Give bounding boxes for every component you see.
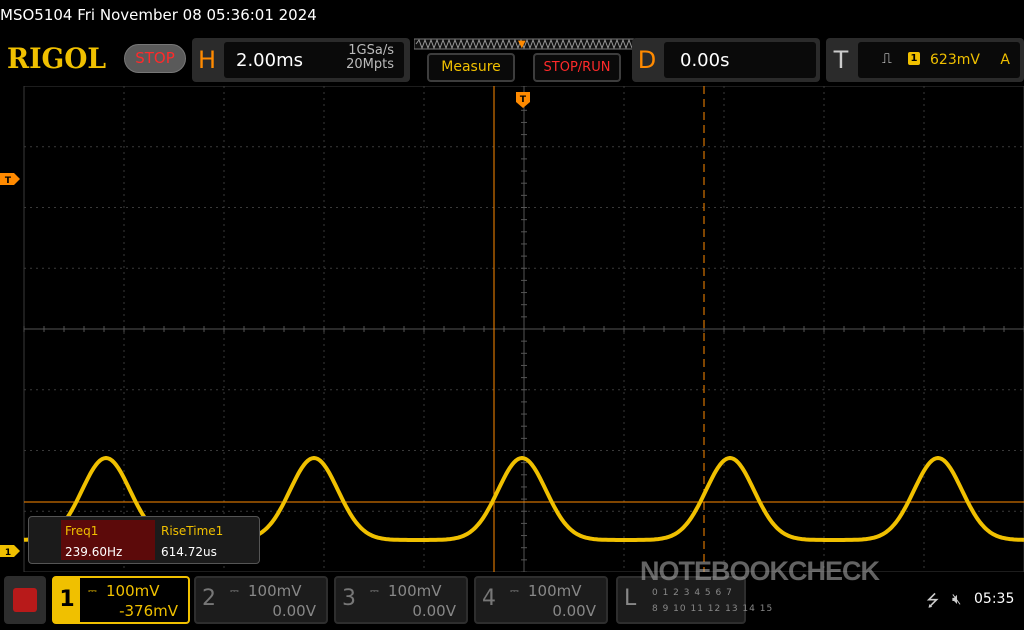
trigger-level-marker[interactable]: T [0, 173, 20, 186]
trigger-panel[interactable]: T ⎍ 1 623mV A [826, 38, 1024, 82]
logic-channels-row-1: 0 1 2 3 4 5 6 7 [652, 588, 733, 598]
measurement-value: 614.72us [161, 545, 217, 559]
memory-depth: 20Mpts [346, 57, 394, 72]
channel-scale: 100mV [528, 582, 582, 600]
dc-coupling-icon: ⎓ [88, 584, 97, 597]
channel-number: 3 [342, 586, 356, 611]
trigger-position-marker[interactable]: T [516, 92, 530, 108]
measurement-panel[interactable]: Freq1 239.60Hz RiseTime1 614.72us [28, 516, 260, 564]
memory-position-marker-icon: ▼ [518, 39, 526, 50]
graticule [23, 86, 1024, 572]
trigger-level: 623mV [930, 52, 980, 68]
channel-2-panel[interactable]: 2 ⎓ 100mV 0.00V [194, 576, 328, 624]
trigger-readout: ⎍ 1 623mV A [858, 42, 1020, 78]
trigger-mode: A [1000, 52, 1010, 68]
channel-scale: 100mV [388, 582, 442, 600]
rigol-logo: RIGOL [7, 42, 107, 75]
trigger-level-marker-label: T [5, 176, 12, 186]
dc-coupling-icon: ⎓ [230, 584, 239, 597]
watermark: NOTEBOOKCHECK [640, 556, 880, 586]
channel-offset: 0.00V [552, 602, 596, 620]
channel-number: 4 [482, 586, 496, 611]
trigger-source-badge: 1 [908, 52, 920, 65]
channel-offset: 0.00V [412, 602, 456, 620]
logic-channels-row-2: 8 9 10 11 12 13 14 15 [652, 604, 774, 614]
logic-label: L [624, 586, 637, 611]
channel-scale: 100mV [106, 582, 160, 600]
measurement-risetime[interactable]: RiseTime1 614.72us [157, 520, 251, 560]
dc-coupling-icon: ⎓ [510, 584, 519, 597]
rising-edge-icon: ⎍ [882, 51, 892, 67]
channel-number: 2 [202, 586, 216, 611]
delay-readout: 0.00s [664, 42, 816, 78]
measurement-name: RiseTime1 [161, 524, 224, 538]
measure-button[interactable]: Measure [427, 53, 515, 82]
dc-coupling-icon: ⎓ [370, 584, 379, 597]
usb-icon: ⭍ [926, 591, 940, 610]
channel-1-offset-marker[interactable]: 1 [0, 545, 20, 558]
timebase-scale: 2.00ms [236, 50, 303, 71]
waveform-display[interactable]: T T 1 [0, 86, 1024, 572]
muted-speaker-icon[interactable]: 🔇︎ [952, 590, 961, 608]
grid-menu-icon [13, 588, 37, 612]
title-bar: MSO5104 Fri November 08 05:36:01 2024 [0, 0, 1024, 34]
stop-run-button[interactable]: STOP/RUN [533, 53, 621, 82]
delay-label: D [637, 46, 657, 74]
system-clock: 05:35 [974, 591, 1015, 607]
sample-info: 1GSa/s 20Mpts [346, 44, 394, 72]
instrument-title: MSO5104 Fri November 08 05:36:01 2024 [0, 6, 317, 24]
horizontal-panel[interactable]: H 2.00ms 1GSa/s 20Mpts [192, 38, 410, 82]
channel-offset: 0.00V [272, 602, 316, 620]
channel-4-panel[interactable]: 4 ⎓ 100mV 0.00V [474, 576, 608, 624]
channel-number: 1 [54, 578, 80, 622]
horizontal-label: H [197, 46, 217, 74]
main-menu-button[interactable] [4, 576, 46, 624]
channel-offset: -376mV [119, 602, 178, 620]
channel-scale: 100mV [248, 582, 302, 600]
run-state-badge[interactable]: STOP [124, 44, 186, 73]
channel-1-offset-label: 1 [5, 548, 11, 558]
delay-panel[interactable]: D 0.00s [632, 38, 820, 82]
channel-1-panel[interactable]: 1 ⎓ 100mV -376mV [52, 576, 190, 624]
horizontal-readout: 2.00ms 1GSa/s 20Mpts [224, 42, 404, 78]
delay-value: 0.00s [680, 50, 730, 71]
trigger-position-label: T [520, 95, 527, 105]
measurement-freq[interactable]: Freq1 239.60Hz [61, 520, 155, 560]
measurement-value: 239.60Hz [65, 545, 123, 559]
trigger-label: T [833, 46, 849, 74]
sample-rate: 1GSa/s [348, 43, 394, 58]
channel-3-panel[interactable]: 3 ⎓ 100mV 0.00V [334, 576, 468, 624]
measurement-name: Freq1 [65, 524, 99, 538]
